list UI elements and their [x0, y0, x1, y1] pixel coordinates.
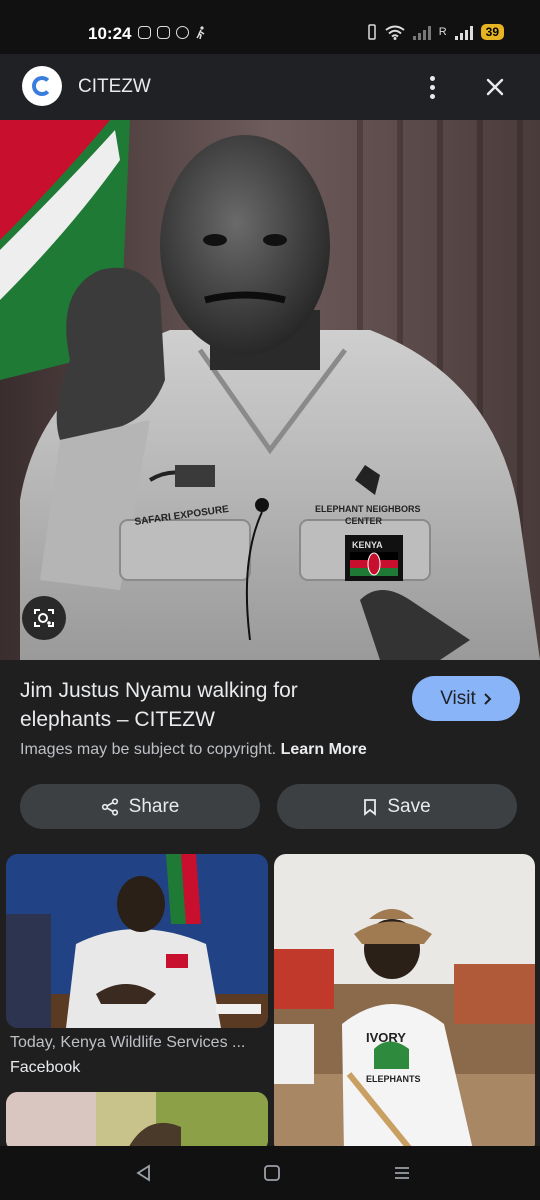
- copyright-text: Images may be subject to copyright.: [20, 741, 277, 758]
- related-image-card[interactable]: IVORY ELEPHANTS: [274, 854, 535, 1154]
- save-label: Save: [387, 795, 431, 817]
- visit-button[interactable]: Visit: [412, 676, 520, 721]
- more-vert-icon[interactable]: [420, 72, 444, 102]
- related-image-card[interactable]: [6, 854, 268, 1028]
- status-right-icons: R 39: [367, 24, 504, 40]
- network-label: R: [438, 26, 447, 38]
- recents-icon[interactable]: [392, 1163, 412, 1183]
- back-icon[interactable]: [134, 1163, 154, 1183]
- instagram-icon: [138, 26, 151, 39]
- tshirt-text-2: ELEPHANTS: [366, 1074, 421, 1084]
- notification-icons: [138, 26, 207, 40]
- wifi-icon: [385, 25, 405, 40]
- bookmark-icon: [364, 798, 377, 816]
- patch-text: KENYA: [352, 540, 383, 550]
- share-button[interactable]: Share: [20, 784, 260, 829]
- signal-icon: [412, 24, 431, 40]
- share-label: Share: [128, 795, 180, 817]
- site-logo[interactable]: [22, 66, 62, 106]
- related-image-2: IVORY ELEPHANTS: [274, 854, 535, 1154]
- share-icon: [101, 797, 118, 816]
- close-icon[interactable]: [480, 72, 510, 102]
- related-source[interactable]: Facebook: [10, 1059, 80, 1077]
- instagram-icon: [157, 26, 170, 39]
- home-icon[interactable]: [262, 1163, 282, 1183]
- app-notification-icon: [176, 26, 189, 39]
- shirt-text-right-1: ELEPHANT NEIGHBORS: [315, 504, 421, 514]
- related-image-1: [6, 854, 268, 1028]
- battery-indicator: 39: [480, 24, 504, 40]
- main-image[interactable]: SAFARI EXPOSURE ELEPHANT NEIGHBORS CENTE…: [0, 120, 540, 660]
- related-caption[interactable]: Today, Kenya Wildlife Services ...: [10, 1034, 262, 1052]
- copyright-notice: Images may be subject to copyright. Lear…: [20, 741, 367, 759]
- learn-more-link[interactable]: Learn More: [281, 741, 367, 758]
- save-button[interactable]: Save: [277, 784, 517, 829]
- chevron-right-icon: [484, 692, 492, 705]
- related-image-3: [6, 1092, 268, 1152]
- walking-icon: [196, 26, 205, 40]
- main-image-illustration: SAFARI EXPOSURE ELEPHANT NEIGHBORS CENTE…: [0, 120, 540, 660]
- status-bar: 10:24 R 39: [0, 0, 540, 54]
- result-title[interactable]: Jim Justus Nyamu walking for elephants –…: [20, 676, 380, 734]
- related-image-card[interactable]: [6, 1092, 268, 1152]
- visit-label: Visit: [440, 687, 476, 709]
- status-time: 10:24: [88, 24, 132, 43]
- viewer-header: CITEZW: [0, 54, 540, 120]
- system-nav-bar: [0, 1146, 540, 1200]
- shirt-text-right-2: CENTER: [345, 516, 383, 526]
- vibrate-icon: [367, 24, 376, 40]
- signal-icon-2: [454, 24, 473, 40]
- lens-search-icon[interactable]: [22, 596, 66, 640]
- site-name[interactable]: CITEZW: [78, 76, 151, 98]
